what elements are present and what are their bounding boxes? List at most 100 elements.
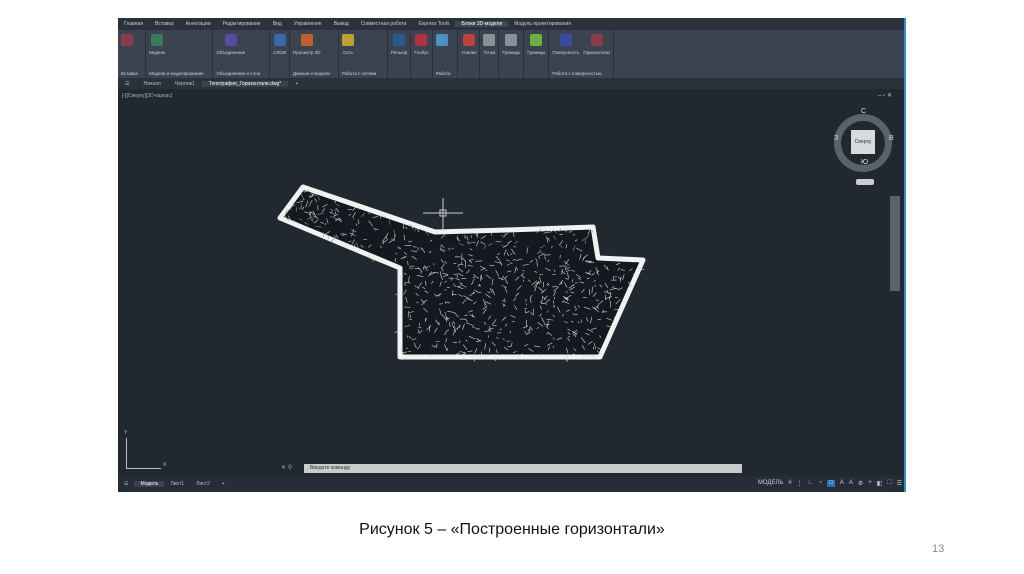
ribbon-tab[interactable]: Вывод — [328, 21, 355, 27]
ribbon-tab[interactable]: Express Tools — [412, 21, 455, 27]
ribbon-button[interactable]: Модель — [149, 34, 165, 55]
menu-icon[interactable]: ☰ — [118, 81, 136, 87]
status-bar: ☰ Модель Лист1 Лист2 + МОДЕЛЬ # ⋮ ∟ ◔ □ … — [118, 476, 906, 492]
page-number: 13 — [932, 543, 945, 555]
ribbon-panel-label[interactable]: Данные и модели — [293, 71, 330, 76]
ribbon-button[interactable]: СЛОИ — [273, 34, 286, 55]
ribbon-button-label: Глобус — [414, 50, 429, 55]
ribbon-panel: Анализ — [458, 30, 481, 78]
ribbon-button-label: СЛОИ — [273, 50, 286, 55]
cad-window-screenshot: Главная Вставка Аннотации Редактирование Вид… — [118, 18, 906, 492]
fullscreen-icon[interactable]: ⛶ — [887, 480, 891, 487]
ribbon-tab[interactable]: Аннотации — [180, 21, 217, 27]
ribbon-tabs: Главная Вставка Аннотации Редактирование Вид… — [118, 18, 906, 30]
ribbon-button[interactable] — [121, 34, 133, 50]
ribbon-button-label: Объединение — [216, 50, 246, 55]
ribbon-button[interactable]: Границы — [527, 34, 545, 55]
viewport-window-controls[interactable]: – ▫ ✕ — [878, 92, 892, 99]
polar-icon[interactable]: ◔ — [819, 480, 823, 487]
ribbon-panel: Границы — [524, 30, 550, 78]
doc-tab-drawing1[interactable]: Чертеж1 — [168, 81, 202, 87]
layout-menu-icon[interactable]: ☰ — [118, 481, 134, 487]
ribbon-panel-label[interactable]: Работа с поверхностью — [552, 71, 601, 76]
ribbon-button[interactable]: Границы — [502, 34, 520, 55]
layout-tab-model[interactable]: Модель — [134, 481, 165, 487]
window-accent-border — [904, 18, 906, 492]
ucs-x-label: X — [163, 462, 167, 468]
status-toggles[interactable]: МОДЕЛЬ # ⋮ ∟ ◔ □ A A ⚙ + ◧ ⛶ ☰ — [758, 480, 902, 487]
new-tab-button[interactable]: + — [288, 81, 305, 87]
grid-icon[interactable]: # — [788, 480, 791, 487]
compass-east[interactable]: В — [889, 135, 894, 142]
ribbon-tab[interactable]: Модуль проектирования — [508, 21, 577, 27]
command-input[interactable]: Введите команду — [304, 464, 742, 473]
add-layout-button[interactable]: + — [216, 481, 231, 487]
osnap-icon[interactable]: □ — [827, 480, 835, 487]
ribbon-button-label: Анализ — [461, 50, 477, 55]
ribbon-panel: Границы — [499, 30, 525, 78]
layout-tab-2[interactable]: Лист2 — [190, 481, 216, 487]
ribbon-button[interactable]: Горизонтали — [583, 34, 610, 55]
navigation-bar[interactable] — [890, 196, 900, 291]
tool-icon — [462, 34, 475, 46]
ribbon-panel: Сеть Работа с сетями — [339, 30, 388, 78]
layout-tab-1[interactable]: Лист1 — [164, 481, 190, 487]
ribbon-tab[interactable]: Редактирование — [217, 21, 267, 27]
doc-tab-start[interactable]: Начало — [136, 81, 167, 87]
annotation-visibility-icon[interactable]: A — [849, 480, 853, 487]
ribbon-button[interactable] — [435, 34, 448, 50]
customize-menu-icon[interactable]: ☰ — [897, 480, 902, 487]
drawing-canvas[interactable] — [118, 18, 906, 492]
model-space-indicator[interactable]: МОДЕЛЬ — [758, 480, 783, 487]
ribbon-button[interactable]: Поверхность — [552, 34, 579, 55]
ribbon-button[interactable]: Анализ — [461, 34, 476, 55]
plus-icon[interactable]: + — [868, 480, 872, 487]
ribbon-panel: Работа — [433, 30, 459, 78]
ribbon-panel-label[interactable]: Модели и моделирование — [149, 71, 203, 76]
command-line-icons[interactable]: ✕ ⚲ — [281, 464, 292, 471]
tool-icon — [590, 34, 603, 46]
ribbon-button-label: Горизонтали — [583, 50, 610, 55]
doc-tab-active[interactable]: Топография_Горизонтали.dwg* — [201, 80, 289, 87]
wcs-menu[interactable] — [856, 179, 874, 185]
ribbon-button[interactable]: Объединение — [216, 34, 245, 55]
ribbon-button[interactable]: Глобус — [414, 34, 429, 55]
ribbon-panel-label[interactable]: Работа с сетями — [342, 71, 376, 76]
ribbon-tab[interactable]: Главная — [118, 21, 149, 27]
ribbon-button[interactable]: Рельеф — [391, 34, 407, 55]
ribbon-panel-label[interactable]: Вставка — [121, 71, 138, 76]
tool-icon — [559, 34, 572, 46]
compass-south[interactable]: Ю — [861, 159, 868, 166]
ribbon-button[interactable]: Сеть — [341, 34, 354, 55]
compass-west[interactable]: З — [834, 135, 838, 142]
tool-icon — [273, 34, 286, 46]
isolate-icon[interactable]: ◧ — [877, 480, 883, 487]
tool-icon — [393, 34, 406, 46]
ribbon-tab[interactable]: Вид — [267, 21, 288, 27]
ribbon-tab[interactable]: Вставка — [149, 21, 180, 27]
tool-icon — [415, 34, 428, 46]
ribbon-panel: СЛОИ — [270, 30, 290, 78]
ribbon-tab[interactable]: Совместная работа — [355, 21, 413, 27]
ribbon-button[interactable]: Просмотр 3D — [293, 34, 321, 55]
workspace-gear-icon[interactable]: ⚙ — [858, 480, 863, 487]
ribbon-panel: Просмотр 3D Данные и модели — [290, 30, 339, 78]
ribbon-button-label: Модель — [149, 50, 166, 55]
ribbon-panel-label[interactable]: Объединение и слои — [216, 71, 260, 76]
viewcube-face[interactable]: Сверху — [851, 130, 875, 154]
ribbon-button[interactable]: Точка — [483, 34, 496, 55]
figure-caption: Рисунок 5 – «Построенные горизонтали» — [359, 521, 665, 538]
ribbon-button-label: Точка — [483, 50, 496, 55]
tool-icon — [300, 34, 313, 46]
annotation-scale-icon[interactable]: A — [840, 480, 844, 487]
ortho-icon[interactable]: ∟ — [808, 480, 814, 487]
ribbon-panel-label[interactable]: Работа — [436, 71, 451, 76]
ribbon: Вставка Модель Модели и моделирование Объед… — [118, 30, 906, 78]
viewport-label[interactable]: [-][Сверху][2D-каркас] — [122, 93, 172, 99]
snap-icon[interactable]: ⋮ — [797, 480, 803, 487]
ribbon-tab[interactable]: Блоки 3D-модели — [455, 21, 509, 27]
compass-north[interactable]: С — [861, 108, 866, 115]
ribbon-tab[interactable]: Управление — [288, 21, 328, 27]
ribbon-panel: Глобус — [411, 30, 433, 78]
tool-icon — [530, 34, 543, 46]
